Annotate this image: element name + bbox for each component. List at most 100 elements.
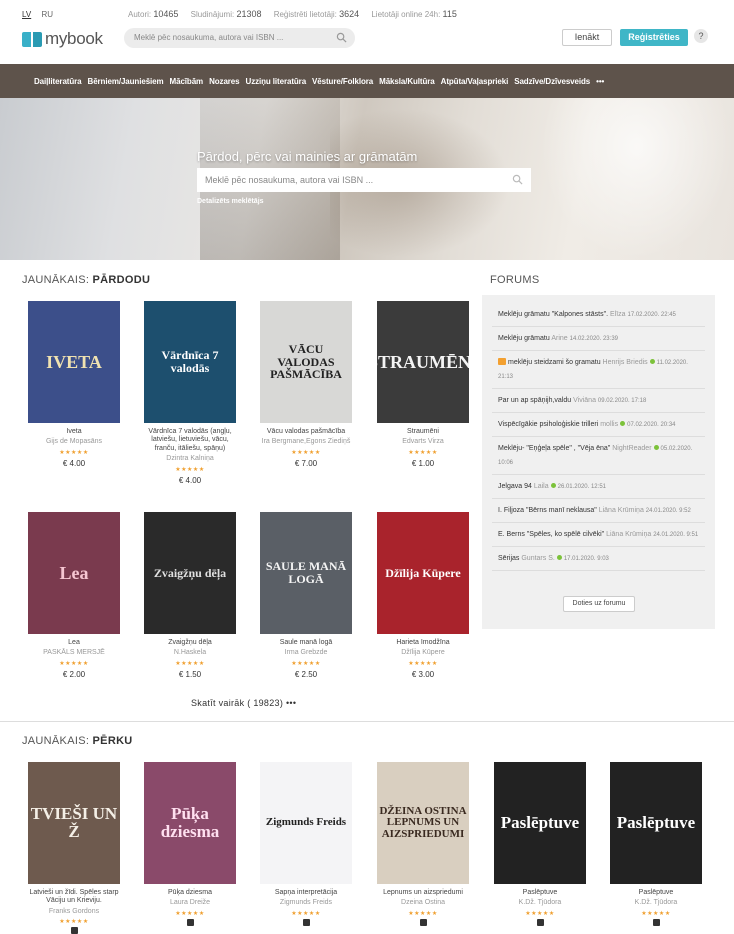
forum-topic-title[interactable]: Par un ap spāņijh,valdu bbox=[498, 397, 571, 404]
book-card[interactable]: Džīlija Kūpere Harieta Imodžīna Džīlija Kū… bbox=[373, 512, 473, 679]
book-cover[interactable]: Paslēptuve bbox=[494, 762, 586, 884]
book-card[interactable]: STRAUMĒNI Straumēni Edvarts Virza ★★★★★ € 1.… bbox=[373, 301, 473, 468]
book-cover[interactable]: DŽEINA OSTINA LEPNUMS UN AIZSPRIEDUMI bbox=[377, 762, 469, 884]
book-card[interactable]: Paslēptuve Paslēptuve K.Dž. Tjūdora ★★★★★ bbox=[606, 762, 706, 926]
section-divider bbox=[0, 721, 734, 722]
register-button[interactable]: Reģistrēties bbox=[620, 29, 688, 46]
book-cover[interactable]: Lea bbox=[28, 512, 120, 634]
book-title[interactable]: Latvieši un žīdi. Spēles starp Vāciju un… bbox=[24, 889, 124, 906]
nav-item[interactable]: Vēsture/Folklora bbox=[312, 77, 373, 86]
forum-topic-user[interactable]: Elīza bbox=[610, 311, 626, 318]
go-to-forum-button[interactable]: Doties uz forumu bbox=[563, 596, 635, 612]
nav-item[interactable]: Daiļliteratūra bbox=[34, 77, 82, 86]
search-icon[interactable] bbox=[512, 174, 523, 185]
book-cover[interactable]: SAULE MANĀ LOGĀ bbox=[260, 512, 352, 634]
nav-item[interactable]: Mācībām bbox=[170, 77, 204, 86]
lang-ru[interactable]: RU bbox=[41, 10, 53, 19]
login-button[interactable]: Ienākt bbox=[562, 29, 612, 46]
cover-text: Zigmunds Freids bbox=[265, 816, 347, 829]
book-cover[interactable]: Zigmunds Freids bbox=[260, 762, 352, 884]
forum-topic[interactable]: Jelgava 94 Laila 26.01.2020. 12:51 bbox=[492, 475, 705, 499]
book-title[interactable]: Straumēni bbox=[373, 428, 473, 436]
book-card[interactable]: Zigmunds Freids Sapņa interpretācija Zigmu… bbox=[256, 762, 356, 926]
forum-topic-title[interactable]: E. Berns "Spēles, ko spēlē cilvēki" bbox=[498, 531, 604, 538]
forum-topic-title[interactable]: Meklēju grāmatu bbox=[498, 335, 550, 342]
nav-item[interactable]: Māksla/Kultūra bbox=[379, 77, 435, 86]
book-title[interactable]: Sapņa interpretācija bbox=[256, 889, 356, 897]
advanced-search-link[interactable]: Detalizēts meklētājs bbox=[197, 198, 264, 205]
book-title[interactable]: Zvaigžņu dēļa bbox=[140, 639, 240, 647]
forum-topic-user[interactable]: Henrijs Briedis bbox=[603, 359, 648, 366]
book-cover[interactable]: Paslēptuve bbox=[610, 762, 702, 884]
book-card[interactable]: IVETA Iveta Gijs de Mopasāns ★★★★★ € 4.00 bbox=[24, 301, 124, 468]
book-title[interactable]: Lepnums un aizspriedumi bbox=[373, 889, 473, 897]
book-card[interactable]: SAULE MANĀ LOGĀ Saule manā logā Irma Grebz… bbox=[256, 512, 356, 679]
forum-topic-user[interactable]: Viviāna bbox=[573, 397, 596, 404]
book-cover[interactable]: Džīlija Kūpere bbox=[377, 512, 469, 634]
nav-item[interactable]: Bērniem/Jauniešiem bbox=[88, 77, 164, 86]
nav-item[interactable]: Uzziņu literatūra bbox=[246, 77, 307, 86]
forum-topic-title[interactable]: Sērijas bbox=[498, 555, 519, 562]
nav-item[interactable]: Sadzīve/Dzīvesveids bbox=[514, 77, 590, 86]
site-logo[interactable]: mybook bbox=[22, 29, 103, 49]
forum-topic-date: 17.02.2020. 22:45 bbox=[627, 312, 676, 318]
forum-topic-user[interactable]: Arine bbox=[551, 335, 567, 342]
book-card[interactable]: Vārdnīca 7 valodās Vārdnīca 7 valodās (an… bbox=[140, 301, 240, 485]
cover-text: TVIEŠI UN Ž bbox=[30, 804, 118, 841]
see-more-link[interactable]: Skatīt vairāk ( 19823) ••• bbox=[191, 698, 296, 708]
cover-text: VĀCU VALODAS PAŠMĀCĪBA bbox=[270, 342, 342, 382]
forum-topic[interactable]: Meklēju- "Eņģeļa spēle" , "Vēja ēna" Nig… bbox=[492, 437, 705, 475]
book-title[interactable]: Lea bbox=[24, 639, 124, 647]
book-title[interactable]: Vācu valodas pašmācība bbox=[256, 428, 356, 436]
forum-topic-user[interactable]: Guntars S. bbox=[521, 555, 554, 562]
book-title[interactable]: Pūķa dziesma bbox=[140, 889, 240, 897]
help-button[interactable]: ? bbox=[694, 29, 708, 43]
forum-topic[interactable]: Meklēju grāmatu "Kalpones stāsts". Elīza… bbox=[492, 303, 705, 327]
forum-topic-user[interactable]: Liāna Krūmiņa bbox=[599, 507, 644, 514]
forum-topic[interactable]: Meklēju grāmatu Arine 14.02.2020. 23:39 bbox=[492, 327, 705, 351]
book-card[interactable]: DŽEINA OSTINA LEPNUMS UN AIZSPRIEDUMI Lep… bbox=[373, 762, 473, 926]
forum-topic-title[interactable]: Meklēju- "Eņģeļa spēle" , "Vēja ēna" bbox=[498, 445, 610, 452]
forum-topic-title[interactable]: Meklēju grāmatu "Kalpones stāsts". bbox=[498, 311, 608, 318]
hero-search-input[interactable]: Meklē pēc nosaukuma, autora vai ISBN ... bbox=[197, 168, 531, 192]
book-cover[interactable]: STRAUMĒNI bbox=[377, 301, 469, 423]
book-title[interactable]: Paslēptuve bbox=[490, 889, 590, 897]
book-cover[interactable]: Vārdnīca 7 valodās bbox=[144, 301, 236, 423]
forum-topic[interactable]: I. Fiļjoza "Bērns manī neklausa" Liāna K… bbox=[492, 499, 705, 523]
book-cover[interactable]: TVIEŠI UN Ž bbox=[28, 762, 120, 884]
forum-topic-title[interactable]: Vispēcīgākie psiholoģiskie trilleri bbox=[498, 421, 598, 428]
forum-topic[interactable]: E. Berns "Spēles, ko spēlē cilvēki" Liān… bbox=[492, 523, 705, 547]
forum-topic[interactable]: meklēju steidzami šo gramatu Henrijs Bri… bbox=[492, 351, 705, 389]
forum-topic[interactable]: Vispēcīgākie psiholoģiskie trilleri moll… bbox=[492, 413, 705, 437]
book-card[interactable]: TVIEŠI UN Ž Latvieši un žīdi. Spēles star… bbox=[24, 762, 124, 934]
forum-topic[interactable]: Par un ap spāņijh,valdu Viviāna 09.02.20… bbox=[492, 389, 705, 413]
book-title[interactable]: Vārdnīca 7 valodās (angļu, latviešu, lie… bbox=[140, 428, 240, 453]
header-search-input[interactable]: Meklē pēc nosaukuma, autora vai ISBN ... bbox=[124, 28, 355, 48]
book-cover[interactable]: IVETA bbox=[28, 301, 120, 423]
forum-topic-user[interactable]: mollis bbox=[600, 421, 618, 428]
forum-topic-title[interactable]: meklēju steidzami šo gramatu bbox=[508, 359, 601, 366]
forum-topic-user[interactable]: Liāna Krūmiņa bbox=[606, 531, 651, 538]
lang-lv[interactable]: LV bbox=[22, 10, 31, 19]
book-cover[interactable]: Pūķa dziesma bbox=[144, 762, 236, 884]
book-title[interactable]: Paslēptuve bbox=[606, 889, 706, 897]
book-card[interactable]: Zvaigžņu dēļa Zvaigžņu dēļa N.Haskela ★★★★★… bbox=[140, 512, 240, 679]
forum-topic-user[interactable]: Laila bbox=[534, 483, 549, 490]
book-card[interactable]: VĀCU VALODAS PAŠMĀCĪBA Vācu valodas pašmā… bbox=[256, 301, 356, 468]
book-title[interactable]: Saule manā logā bbox=[256, 639, 356, 647]
nav-item[interactable]: Atpūta/Vaļasprieki bbox=[441, 77, 509, 86]
search-icon[interactable] bbox=[336, 32, 347, 43]
book-title[interactable]: Harieta Imodžīna bbox=[373, 639, 473, 647]
forum-topic-user[interactable]: NightReader bbox=[612, 445, 651, 452]
forum-topic-title[interactable]: I. Fiļjoza "Bērns manī neklausa" bbox=[498, 507, 597, 514]
book-title[interactable]: Iveta bbox=[24, 428, 124, 436]
forum-topic[interactable]: Sērijas Guntars S. 17.01.2020. 9:03 bbox=[492, 547, 705, 571]
book-card[interactable]: Paslēptuve Paslēptuve K.Dž. Tjūdora ★★★★★ bbox=[490, 762, 590, 926]
forum-topic-title[interactable]: Jelgava 94 bbox=[498, 483, 532, 490]
book-cover[interactable]: VĀCU VALODAS PAŠMĀCĪBA bbox=[260, 301, 352, 423]
nav-more[interactable]: ••• bbox=[596, 77, 604, 86]
nav-item[interactable]: Nozares bbox=[209, 77, 240, 86]
book-card[interactable]: Lea Lea PASKĀLS MERSJĒ ★★★★★ € 2.00 bbox=[24, 512, 124, 679]
book-card[interactable]: Pūķa dziesma Pūķa dziesma Laura Dreiže ★★★★… bbox=[140, 762, 240, 926]
book-cover[interactable]: Zvaigžņu dēļa bbox=[144, 512, 236, 634]
